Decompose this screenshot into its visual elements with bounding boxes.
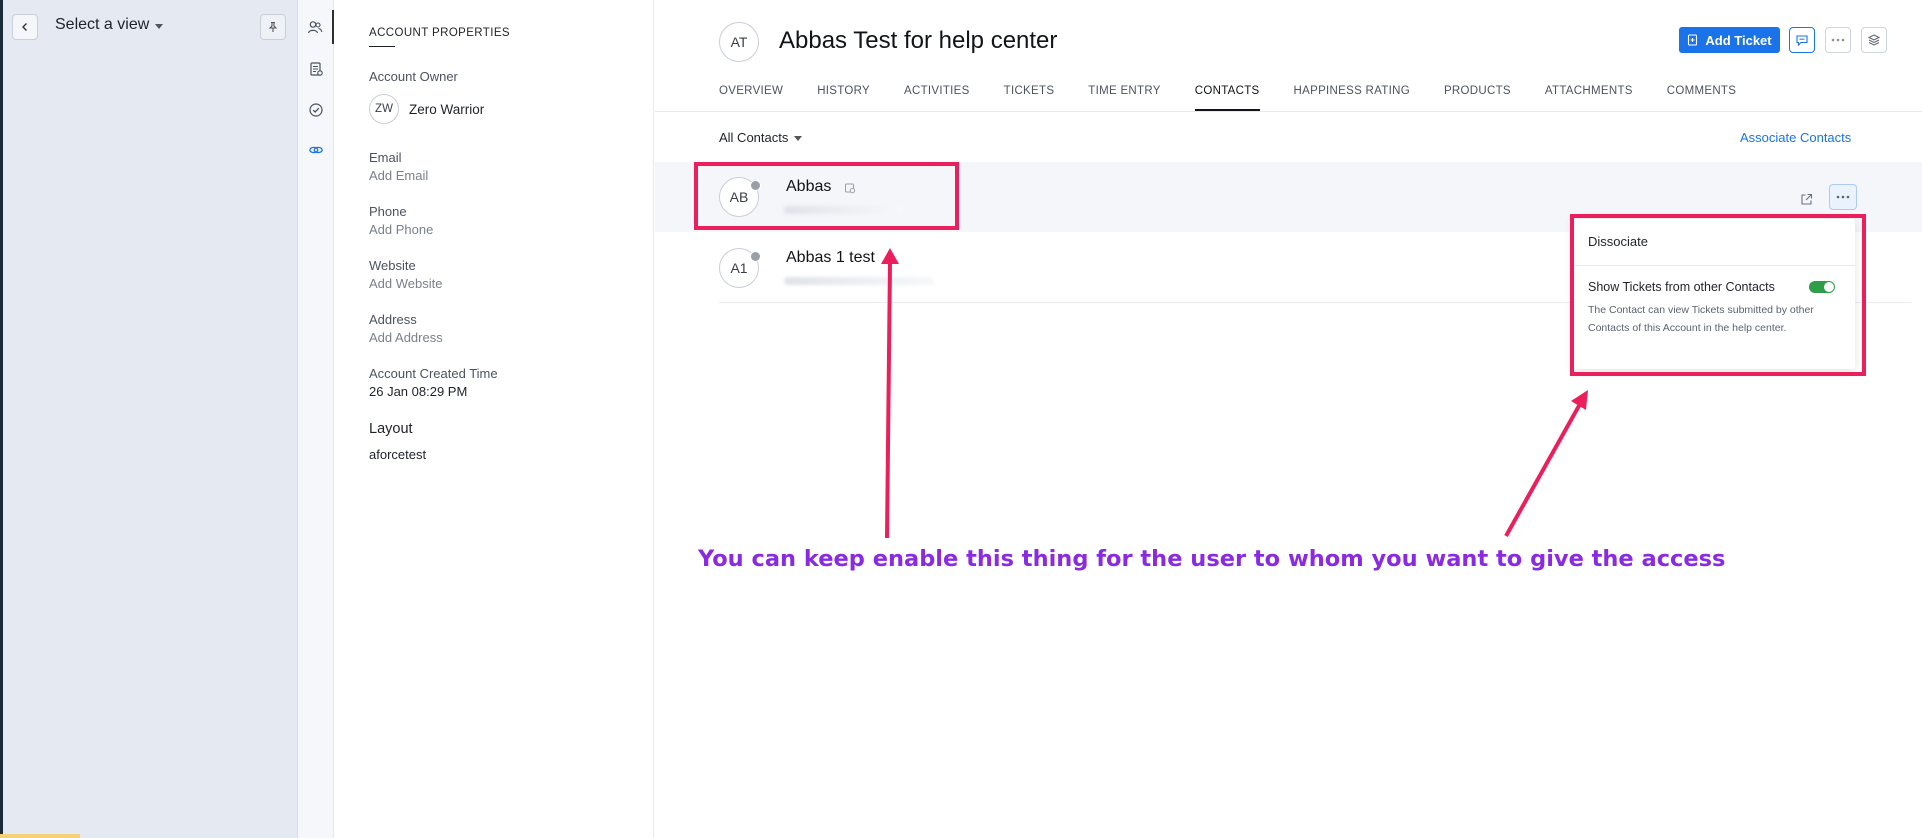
taskbar-strip (0, 834, 80, 838)
arrow-to-contact (885, 261, 892, 539)
annotation-caption: You can keep enable this thing for the u… (698, 546, 1726, 572)
annotation-arrows (881, 248, 1588, 539)
arrow-to-menu (1504, 403, 1582, 537)
arrowhead-icon (881, 248, 899, 264)
